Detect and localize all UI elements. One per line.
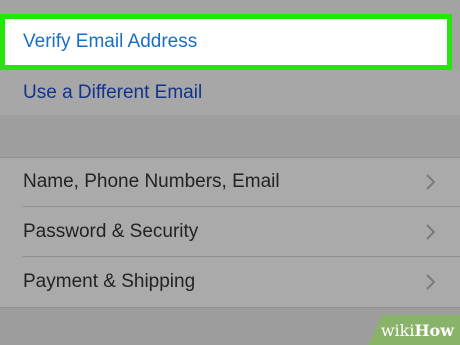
list-item-label: Password & Security <box>23 221 199 242</box>
settings-list: Name, Phone Numbers, Email Password & Se… <box>0 157 460 307</box>
right-gutter <box>452 14 460 70</box>
use-different-email-label: Use a Different Email <box>23 81 203 103</box>
list-item-label: Name, Phone Numbers, Email <box>23 171 280 192</box>
use-different-email-row[interactable]: Use a Different Email <box>0 70 460 115</box>
list-item-payment-shipping[interactable]: Payment & Shipping <box>0 257 460 307</box>
list-item-name-phone-email[interactable]: Name, Phone Numbers, Email <box>0 157 460 207</box>
chevron-right-icon <box>426 224 436 240</box>
verify-email-label: Verify Email Address <box>23 31 198 52</box>
list-border-top <box>0 157 460 158</box>
list-item-password-security[interactable]: Password & Security <box>0 207 460 257</box>
top-strip <box>0 0 460 14</box>
list-item-label: Payment & Shipping <box>23 271 196 292</box>
watermark-prefix: wiki <box>380 320 415 340</box>
settings-screen: Verify Email Address Use a Different Ema… <box>0 0 460 345</box>
chevron-right-icon <box>426 174 436 190</box>
section-gap <box>0 115 460 157</box>
wikihow-watermark: wiki How <box>368 315 460 345</box>
verify-email-row[interactable]: Verify Email Address <box>5 19 447 65</box>
chevron-right-icon <box>426 274 436 290</box>
verify-email-highlight: Verify Email Address <box>0 14 460 70</box>
watermark-suffix: How <box>414 320 454 340</box>
